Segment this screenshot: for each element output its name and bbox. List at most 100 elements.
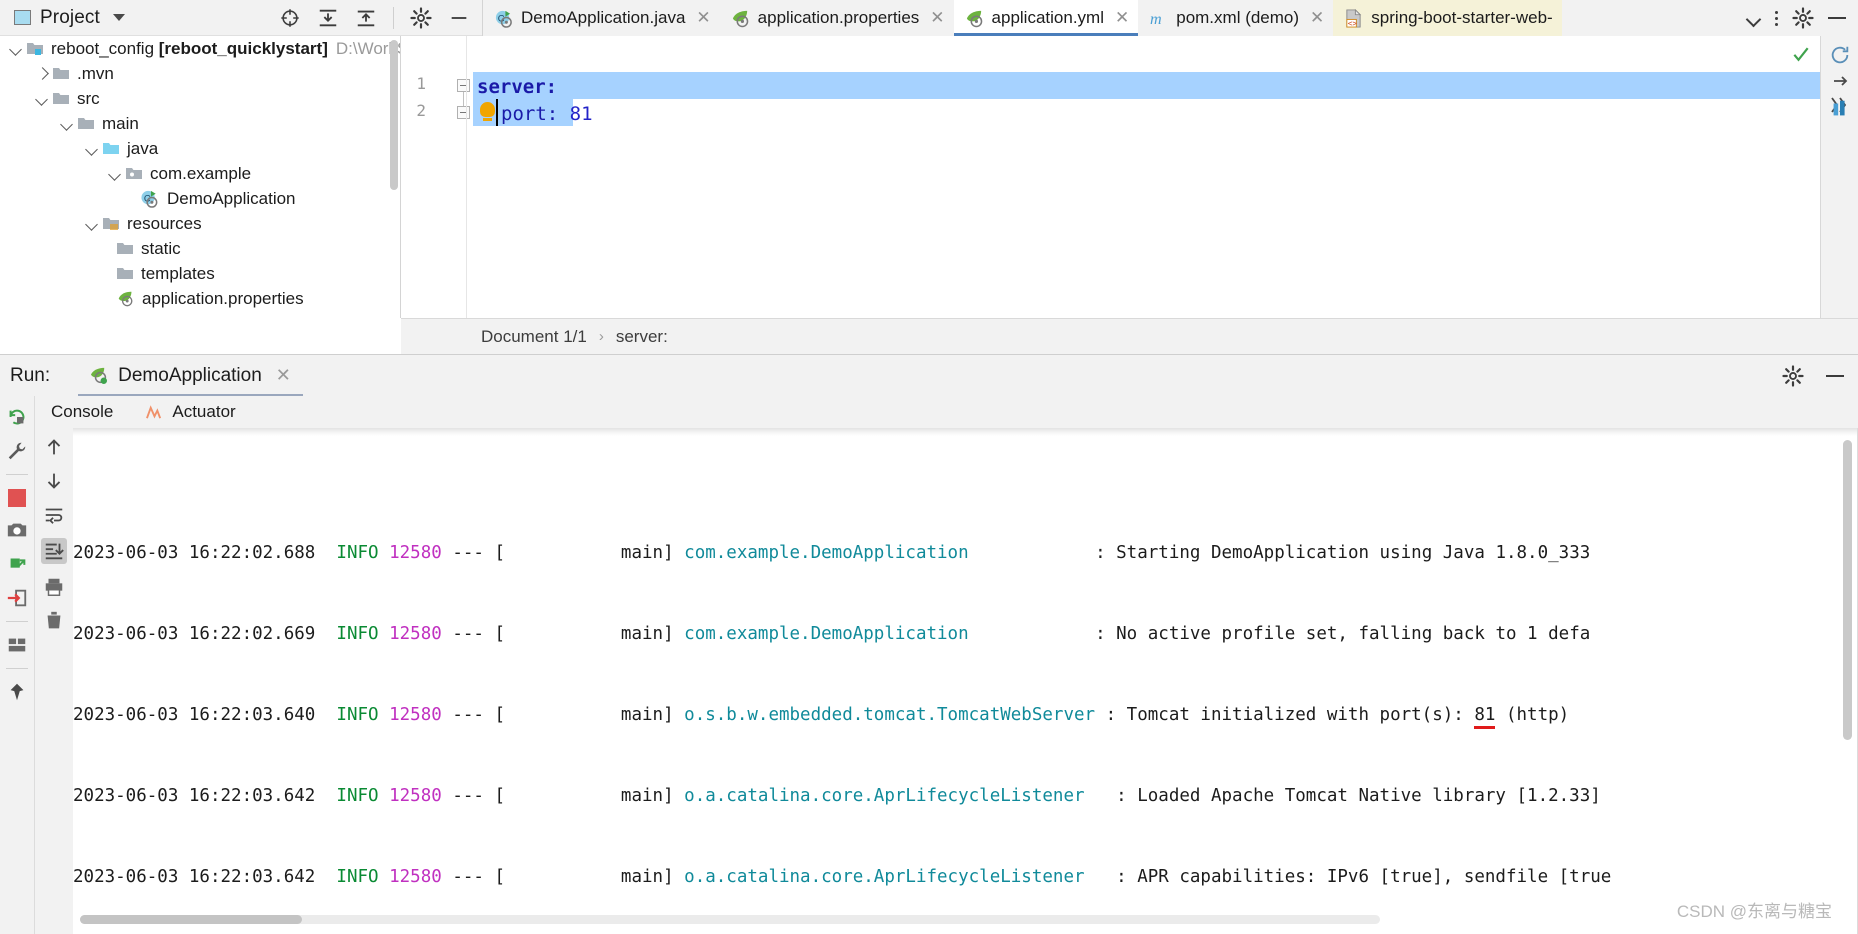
fold-toggle-icon[interactable] bbox=[457, 79, 470, 92]
tree-node-java[interactable]: java bbox=[0, 136, 400, 161]
collapse-all-icon[interactable] bbox=[355, 7, 377, 29]
minimize-icon[interactable] bbox=[448, 7, 470, 29]
module-folder-icon bbox=[27, 43, 43, 55]
chevron-down-icon[interactable] bbox=[59, 116, 75, 132]
editor-tab-spring-boot-starter-web[interactable]: <> spring-boot-starter-web- bbox=[1333, 0, 1562, 36]
actuator-icon bbox=[146, 404, 162, 418]
soft-wrap-icon[interactable] bbox=[43, 504, 65, 526]
camera-icon[interactable] bbox=[6, 519, 28, 541]
chevron-down-icon[interactable] bbox=[34, 91, 50, 107]
log-thread: main] bbox=[505, 543, 674, 563]
breadcrumb[interactable]: Document 1/1 › server: bbox=[401, 318, 1858, 354]
chevron-down-icon[interactable] bbox=[84, 216, 100, 232]
export-icon[interactable] bbox=[6, 587, 28, 609]
log-dash: --- [ bbox=[452, 543, 506, 563]
toolbar-divider bbox=[6, 668, 28, 669]
fold-toggle-icon[interactable] bbox=[457, 106, 470, 119]
expand-all-icon[interactable] bbox=[317, 7, 339, 29]
code-line-1[interactable]: server: bbox=[477, 74, 557, 101]
chevron-down-icon[interactable] bbox=[8, 41, 24, 57]
console-vscrollbar-thumb[interactable] bbox=[1843, 440, 1852, 740]
close-icon[interactable]: ✕ bbox=[696, 9, 710, 27]
chevron-down-icon[interactable] bbox=[107, 166, 123, 182]
run-header-controls bbox=[1782, 364, 1858, 387]
breadcrumb-document[interactable]: Document 1/1 bbox=[481, 327, 587, 347]
locate-file-icon[interactable] bbox=[279, 7, 301, 29]
console-line: 2023-06-03 16:22:03.640 INFO 12580 --- [… bbox=[73, 702, 1858, 729]
close-icon[interactable]: ✕ bbox=[930, 9, 944, 27]
editor-tab-demoapplication-java[interactable]: C DemoApplication.java ✕ bbox=[483, 0, 720, 36]
minimize-icon[interactable] bbox=[1826, 374, 1844, 377]
close-icon[interactable]: ✕ bbox=[1310, 9, 1324, 27]
resources-root-folder-icon bbox=[103, 218, 119, 230]
debug-attach-icon[interactable] bbox=[6, 553, 28, 575]
rerun-icon[interactable] bbox=[6, 406, 28, 428]
tree-node-src[interactable]: src bbox=[0, 86, 400, 111]
print-icon[interactable] bbox=[43, 576, 65, 598]
editor-tab-pom-xml[interactable]: m pom.xml (demo) ✕ bbox=[1138, 0, 1333, 36]
tree-node-mvn[interactable]: .mvn bbox=[0, 61, 400, 86]
tree-node-label: .mvn bbox=[77, 63, 114, 83]
console-hscrollbar-thumb[interactable] bbox=[80, 915, 302, 924]
log-logger: o.a.catalina.core.AprLifecycleListener bbox=[684, 867, 1106, 887]
code-editor[interactable]: 1 2 server: port: 81 bbox=[401, 36, 1858, 318]
breadcrumb-node[interactable]: server: bbox=[616, 327, 668, 347]
minimize-icon[interactable] bbox=[1828, 17, 1846, 19]
close-icon[interactable]: ✕ bbox=[1115, 9, 1129, 27]
run-label: Run: bbox=[10, 364, 51, 386]
expand-right-icon[interactable] bbox=[1831, 74, 1849, 88]
tab-actuator[interactable]: Actuator bbox=[129, 396, 251, 428]
maven-tool-icon[interactable] bbox=[1829, 98, 1851, 120]
lightbulb-icon[interactable] bbox=[480, 102, 495, 121]
code-line-2[interactable]: port: 81 bbox=[501, 101, 593, 128]
gear-icon[interactable] bbox=[1782, 364, 1804, 387]
gear-icon[interactable] bbox=[410, 6, 432, 29]
inspection-ok-icon[interactable] bbox=[1791, 44, 1811, 64]
log-logger: com.example.DemoApplication bbox=[684, 543, 1085, 563]
tree-node-static[interactable]: static bbox=[0, 236, 400, 261]
chevron-down-icon[interactable] bbox=[84, 141, 100, 157]
project-panel-header: Project bbox=[0, 0, 482, 36]
gear-icon[interactable] bbox=[1792, 7, 1814, 29]
watermark: CSDN @东离与糖宝 bbox=[1676, 902, 1832, 921]
editor-tab-application-properties[interactable]: application.properties ✕ bbox=[720, 0, 954, 36]
maven-m-icon: m bbox=[1150, 11, 1162, 28]
log-timestamp: 2023-06-03 16:22:03.642 bbox=[73, 867, 316, 887]
tree-node-com-example[interactable]: com.example bbox=[0, 161, 400, 186]
tree-node-demoapplication[interactable]: C DemoApplication bbox=[0, 186, 400, 211]
more-options-icon[interactable] bbox=[1775, 10, 1778, 26]
scroll-to-end-icon[interactable] bbox=[40, 538, 67, 564]
tree-node-resources[interactable]: resources bbox=[0, 211, 400, 236]
project-view-dropdown-icon[interactable] bbox=[112, 14, 125, 21]
log-logger: o.a.catalina.core.AprLifecycleListener bbox=[684, 786, 1106, 806]
tree-node-label: static bbox=[141, 238, 181, 258]
scroll-up-icon[interactable] bbox=[43, 436, 65, 458]
project-tree-scrollbar[interactable] bbox=[390, 40, 398, 190]
tree-node-templates[interactable]: templates bbox=[0, 261, 400, 286]
console-line: 2023-06-03 16:22:03.642 INFO 12580 --- [… bbox=[73, 864, 1858, 891]
tab-console[interactable]: Console bbox=[35, 396, 129, 428]
project-tree[interactable]: reboot_config [reboot_quicklystart] D:\W… bbox=[0, 36, 400, 318]
editor-tab-application-yml[interactable]: application.yml ✕ bbox=[953, 0, 1139, 36]
wrench-icon[interactable] bbox=[6, 440, 28, 462]
tree-node-main[interactable]: main bbox=[0, 111, 400, 136]
chevron-down-icon[interactable] bbox=[1748, 14, 1761, 22]
tree-node-application-properties[interactable]: application.properties bbox=[0, 286, 400, 311]
pin-icon[interactable] bbox=[6, 681, 28, 703]
editor-gutter: 1 2 bbox=[401, 36, 470, 318]
trash-icon[interactable] bbox=[43, 610, 65, 632]
tree-node-reboot-config[interactable]: reboot_config [reboot_quicklystart] D:\W… bbox=[0, 36, 400, 61]
layout-icon[interactable] bbox=[6, 634, 28, 656]
console-output[interactable]: 2023-06-03 16:22:02.688 INFO 12580 --- [… bbox=[73, 428, 1858, 934]
run-configuration-tab[interactable]: DemoApplication ✕ bbox=[78, 355, 303, 397]
spring-boot-run-icon bbox=[91, 367, 108, 384]
chevron-right-icon[interactable] bbox=[34, 66, 50, 82]
scroll-down-icon[interactable] bbox=[43, 470, 65, 492]
gutter-divider bbox=[466, 36, 467, 318]
close-icon[interactable]: ✕ bbox=[276, 365, 291, 386]
log-message: : Starting DemoApplication using Java 1.… bbox=[1095, 543, 1591, 563]
log-message-tail: (http) bbox=[1495, 705, 1570, 725]
stop-icon[interactable] bbox=[8, 489, 26, 507]
refresh-icon[interactable] bbox=[1829, 44, 1851, 66]
editor-tab-label: pom.xml (demo) bbox=[1176, 8, 1300, 27]
